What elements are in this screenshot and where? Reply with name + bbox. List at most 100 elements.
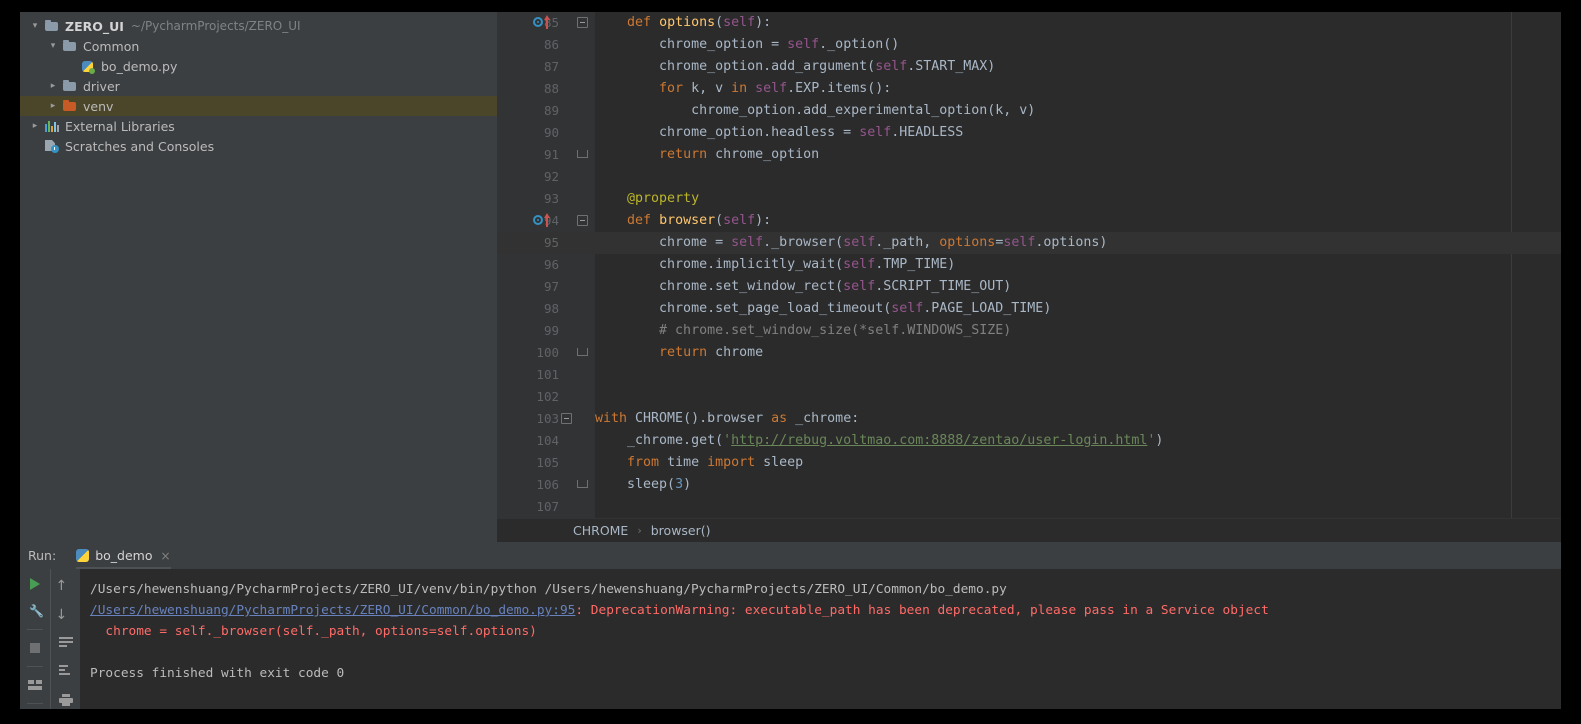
- run-tab-bo-demo[interactable]: bo_demo ×: [72, 542, 178, 569]
- chevron-right-icon[interactable]: [44, 102, 62, 111]
- code-line[interactable]: 89 chrome_option.add_experimental_option…: [497, 100, 1561, 122]
- tree-item-label: Scratches and Consoles: [65, 138, 215, 154]
- breadcrumb-item-method[interactable]: browser(): [651, 523, 711, 538]
- print-icon[interactable]: [56, 691, 76, 709]
- run-toolbar-console[interactable]: ↑ ↓: [50, 569, 80, 709]
- run-toolbar-left[interactable]: 🔧: [20, 569, 50, 709]
- code-line[interactable]: 103 with CHROME().browser as _chrome:: [497, 408, 1561, 430]
- folder-icon: [44, 19, 61, 33]
- tree-item-external-libraries[interactable]: External Libraries: [20, 116, 497, 136]
- code-line[interactable]: 91 return chrome_option: [497, 144, 1561, 166]
- settings-wrench-icon[interactable]: 🔧: [25, 602, 45, 620]
- scroll-to-end-icon[interactable]: [56, 662, 76, 680]
- code-text: chrome_option = self._option(): [595, 37, 900, 52]
- layout-icon[interactable]: [25, 676, 45, 694]
- code-line[interactable]: 98 chrome.set_page_load_timeout(self.PAG…: [497, 298, 1561, 320]
- code-line[interactable]: 105 from time import sleep: [497, 452, 1561, 474]
- console-text: /Users/hewenshuang/PycharmProjects/ZERO_…: [90, 582, 1007, 597]
- code-text: chrome.implicitly_wait(self.TMP_TIME): [595, 257, 956, 272]
- run-tool-window[interactable]: Run: bo_demo × 🔧 ↑ ↓ /Users/hewenshuang/…: [20, 542, 1561, 709]
- line-number: 105: [536, 455, 559, 470]
- scroll-up-icon[interactable]: ↑: [56, 575, 76, 593]
- fold-handle-icon[interactable]: [575, 144, 591, 166]
- console-file-link[interactable]: /Users/hewenshuang/PycharmProjects/ZERO_…: [90, 603, 575, 618]
- code-line[interactable]: 88 for k, v in self.EXP.items():: [497, 78, 1561, 100]
- code-line[interactable]: 104 _chrome.get('http://rebug.voltmao.co…: [497, 430, 1561, 452]
- chevron-down-icon[interactable]: [44, 42, 62, 51]
- code-text: @property: [627, 191, 700, 206]
- code-line[interactable]: 107: [497, 496, 1561, 518]
- tree-item-bo-demo-py[interactable]: bo_demo.py: [20, 56, 497, 76]
- stop-icon[interactable]: [25, 639, 45, 657]
- line-number: 100: [536, 345, 559, 360]
- code-line[interactable]: 94 def browser(self):: [497, 210, 1561, 232]
- rerun-icon[interactable]: [25, 575, 45, 593]
- fold-handle-icon[interactable]: [575, 474, 591, 496]
- console-text: chrome = self._browser(self._path, optio…: [90, 624, 537, 639]
- tree-item-common[interactable]: Common: [20, 36, 497, 56]
- run-tab-bar: Run: bo_demo ×: [20, 542, 1561, 569]
- code-line[interactable]: 87 chrome_option.add_argument(self.START…: [497, 56, 1561, 78]
- code-text: chrome.set_window_rect(self.SCRIPT_TIME_…: [595, 279, 1012, 294]
- line-number: 90: [543, 125, 559, 140]
- tree-item-venv[interactable]: venv: [20, 96, 497, 116]
- tree-item-label: bo_demo.py: [101, 58, 178, 74]
- code-line[interactable]: 101: [497, 364, 1561, 386]
- tree-item-driver[interactable]: driver: [20, 76, 497, 96]
- tree-item-scratches-and-consoles[interactable]: Scratches and Consoles: [20, 136, 497, 156]
- code-editor[interactable]: 85 def options(self): 86 chrome_option = …: [497, 12, 1561, 542]
- code-lines[interactable]: 85 def options(self): 86 chrome_option = …: [497, 12, 1561, 518]
- code-line[interactable]: 106 sleep(3): [497, 474, 1561, 496]
- code-line[interactable]: 92: [497, 166, 1561, 188]
- line-number: 103: [536, 411, 559, 426]
- divider: [27, 666, 43, 667]
- code-line[interactable]: 100 return chrome: [497, 342, 1561, 364]
- tree-item-zero-ui[interactable]: ZERO_UI ~/PycharmProjects/ZERO_UI: [20, 16, 497, 36]
- soft-wrap-icon[interactable]: [56, 633, 76, 651]
- tree-item-path: ~/PycharmProjects/ZERO_UI: [130, 19, 301, 33]
- chevron-right-icon[interactable]: [26, 122, 44, 131]
- code-text: _chrome.get('http://rebug.voltmao.com:88…: [595, 433, 1164, 448]
- code-text: from time import sleep: [627, 455, 804, 470]
- line-number: 96: [543, 257, 559, 272]
- code-line[interactable]: 97 chrome.set_window_rect(self.SCRIPT_TI…: [497, 276, 1561, 298]
- breadcrumb-item-class[interactable]: CHROME: [573, 523, 628, 538]
- code-line[interactable]: 85 def options(self):: [497, 12, 1561, 34]
- editor-and-sidebar: ZERO_UI ~/PycharmProjects/ZERO_UI Common…: [20, 12, 1561, 542]
- line-number: 93: [543, 191, 559, 206]
- code-line[interactable]: 93 @property: [497, 188, 1561, 210]
- code-line[interactable]: 99 # chrome.set_window_size(*self.WINDOW…: [497, 320, 1561, 342]
- code-line[interactable]: 102: [497, 386, 1561, 408]
- code-text: chrome_option.add_experimental_option(k,…: [595, 103, 1036, 118]
- line-number: 88: [543, 81, 559, 96]
- fold-handle-icon[interactable]: [575, 210, 591, 232]
- divider: [27, 703, 43, 704]
- override-method-icon[interactable]: [527, 12, 553, 34]
- line-number: 99: [543, 323, 559, 338]
- chevron-right-icon[interactable]: [44, 82, 62, 91]
- code-area[interactable]: 85 def options(self): 86 chrome_option = …: [497, 12, 1561, 518]
- run-body: 🔧 ↑ ↓ /Users/hewenshuang/PycharmProjects…: [20, 569, 1561, 709]
- console-output[interactable]: /Users/hewenshuang/PycharmProjects/ZERO_…: [80, 569, 1561, 709]
- line-number: 86: [543, 37, 559, 52]
- code-text: return chrome_option: [659, 147, 820, 162]
- code-line[interactable]: 95 chrome = self._browser(self._path, op…: [497, 232, 1561, 254]
- folder-icon: [62, 79, 79, 93]
- code-line[interactable]: 96 chrome.implicitly_wait(self.TMP_TIME): [497, 254, 1561, 276]
- fold-handle-icon[interactable]: [559, 408, 575, 430]
- tree-item-label: External Libraries: [65, 118, 175, 134]
- scroll-down-icon[interactable]: ↓: [56, 604, 76, 622]
- fold-handle-icon[interactable]: [575, 12, 591, 34]
- fold-handle-icon[interactable]: [575, 342, 591, 364]
- override-method-icon[interactable]: [527, 210, 553, 232]
- close-icon[interactable]: ×: [160, 549, 170, 563]
- code-text: sleep(3): [595, 477, 692, 492]
- project-tree-panel[interactable]: ZERO_UI ~/PycharmProjects/ZERO_UI Common…: [20, 12, 497, 542]
- line-number: 91: [543, 147, 559, 162]
- code-line[interactable]: 90 chrome_option.headless = self.HEADLES…: [497, 122, 1561, 144]
- chevron-down-icon[interactable]: [26, 22, 44, 31]
- libraries-icon: [44, 119, 61, 133]
- breadcrumb[interactable]: CHROME › browser(): [497, 518, 1561, 542]
- line-number: 87: [543, 59, 559, 74]
- code-line[interactable]: 86 chrome_option = self._option(): [497, 34, 1561, 56]
